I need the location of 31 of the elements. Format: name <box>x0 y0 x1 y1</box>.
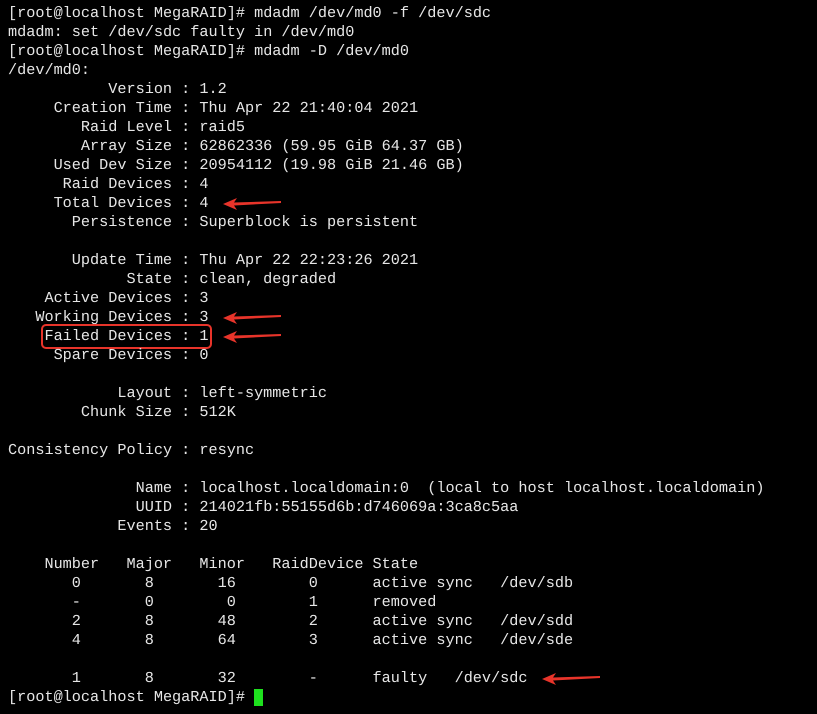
output-line: Array Size : 62862336 (59.95 GiB 64.37 GB) <box>80 137 464 156</box>
output-line: Total Devices : 4 <box>54 194 209 213</box>
output-line: - 0 0 1 removed <box>72 593 436 612</box>
output-line: Persistence : Superblock is persistent <box>72 213 418 232</box>
output-line: Active Devices : 3 <box>44 289 209 308</box>
output-line: Raid Devices : 4 <box>62 175 208 194</box>
output-line: 0 8 16 0 active sync /dev/sdb <box>72 574 574 593</box>
output-line: Chunk Size : 512K <box>80 403 236 422</box>
output-line: 2 8 48 2 active sync /dev/sdd <box>72 612 574 631</box>
output-line: Failed Devices : 1 <box>44 327 209 346</box>
output-line: Creation Time : Thu Apr 22 21:40:04 2021 <box>54 99 418 118</box>
output-line: Spare Devices : 0 <box>54 346 209 365</box>
output-line: 1 8 32 - faulty /dev/sdc <box>72 669 528 688</box>
output-line: State : clean, degraded <box>126 270 336 289</box>
command-prompt-line: [root@localhost MegaRAID]# mdadm -D /dev/md0 <box>8 42 410 61</box>
command-prompt-line: [root@localhost MegaRAID]# mdadm /dev/md0 -f /dev/sdc <box>8 4 492 23</box>
output-line: Events : 20 <box>117 517 218 536</box>
output-line: Layout : left-symmetric <box>117 384 327 403</box>
output-line: /dev/md0: <box>8 61 90 80</box>
output-line: Version : 1.2 <box>108 80 227 99</box>
output-line: Update Time : Thu Apr 22 22:23:26 2021 <box>72 251 418 270</box>
output-line: Used Dev Size : 20954112 (19.98 GiB 21.46 GB) <box>54 156 464 175</box>
command-prompt-line: [root@localhost MegaRAID]# <box>8 688 245 707</box>
output-line: Name : localhost.localdomain:0 (local to host localhost.localdomain) <box>136 479 764 498</box>
output-line: Number Major Minor RaidDevice State <box>44 555 418 574</box>
output-line: 4 8 64 3 active sync /dev/sde <box>72 631 574 650</box>
output-line: UUID : 214021fb:55155d6b:d746069a:3ca8c5aa <box>136 498 518 517</box>
output-line: Raid Level : raid5 <box>80 118 245 137</box>
output-line: Consistency Policy : resync <box>8 441 254 460</box>
output-line: mdadm: set /dev/sdc faulty in /dev/md0 <box>8 23 354 42</box>
output-line: Working Devices : 3 <box>35 308 208 327</box>
